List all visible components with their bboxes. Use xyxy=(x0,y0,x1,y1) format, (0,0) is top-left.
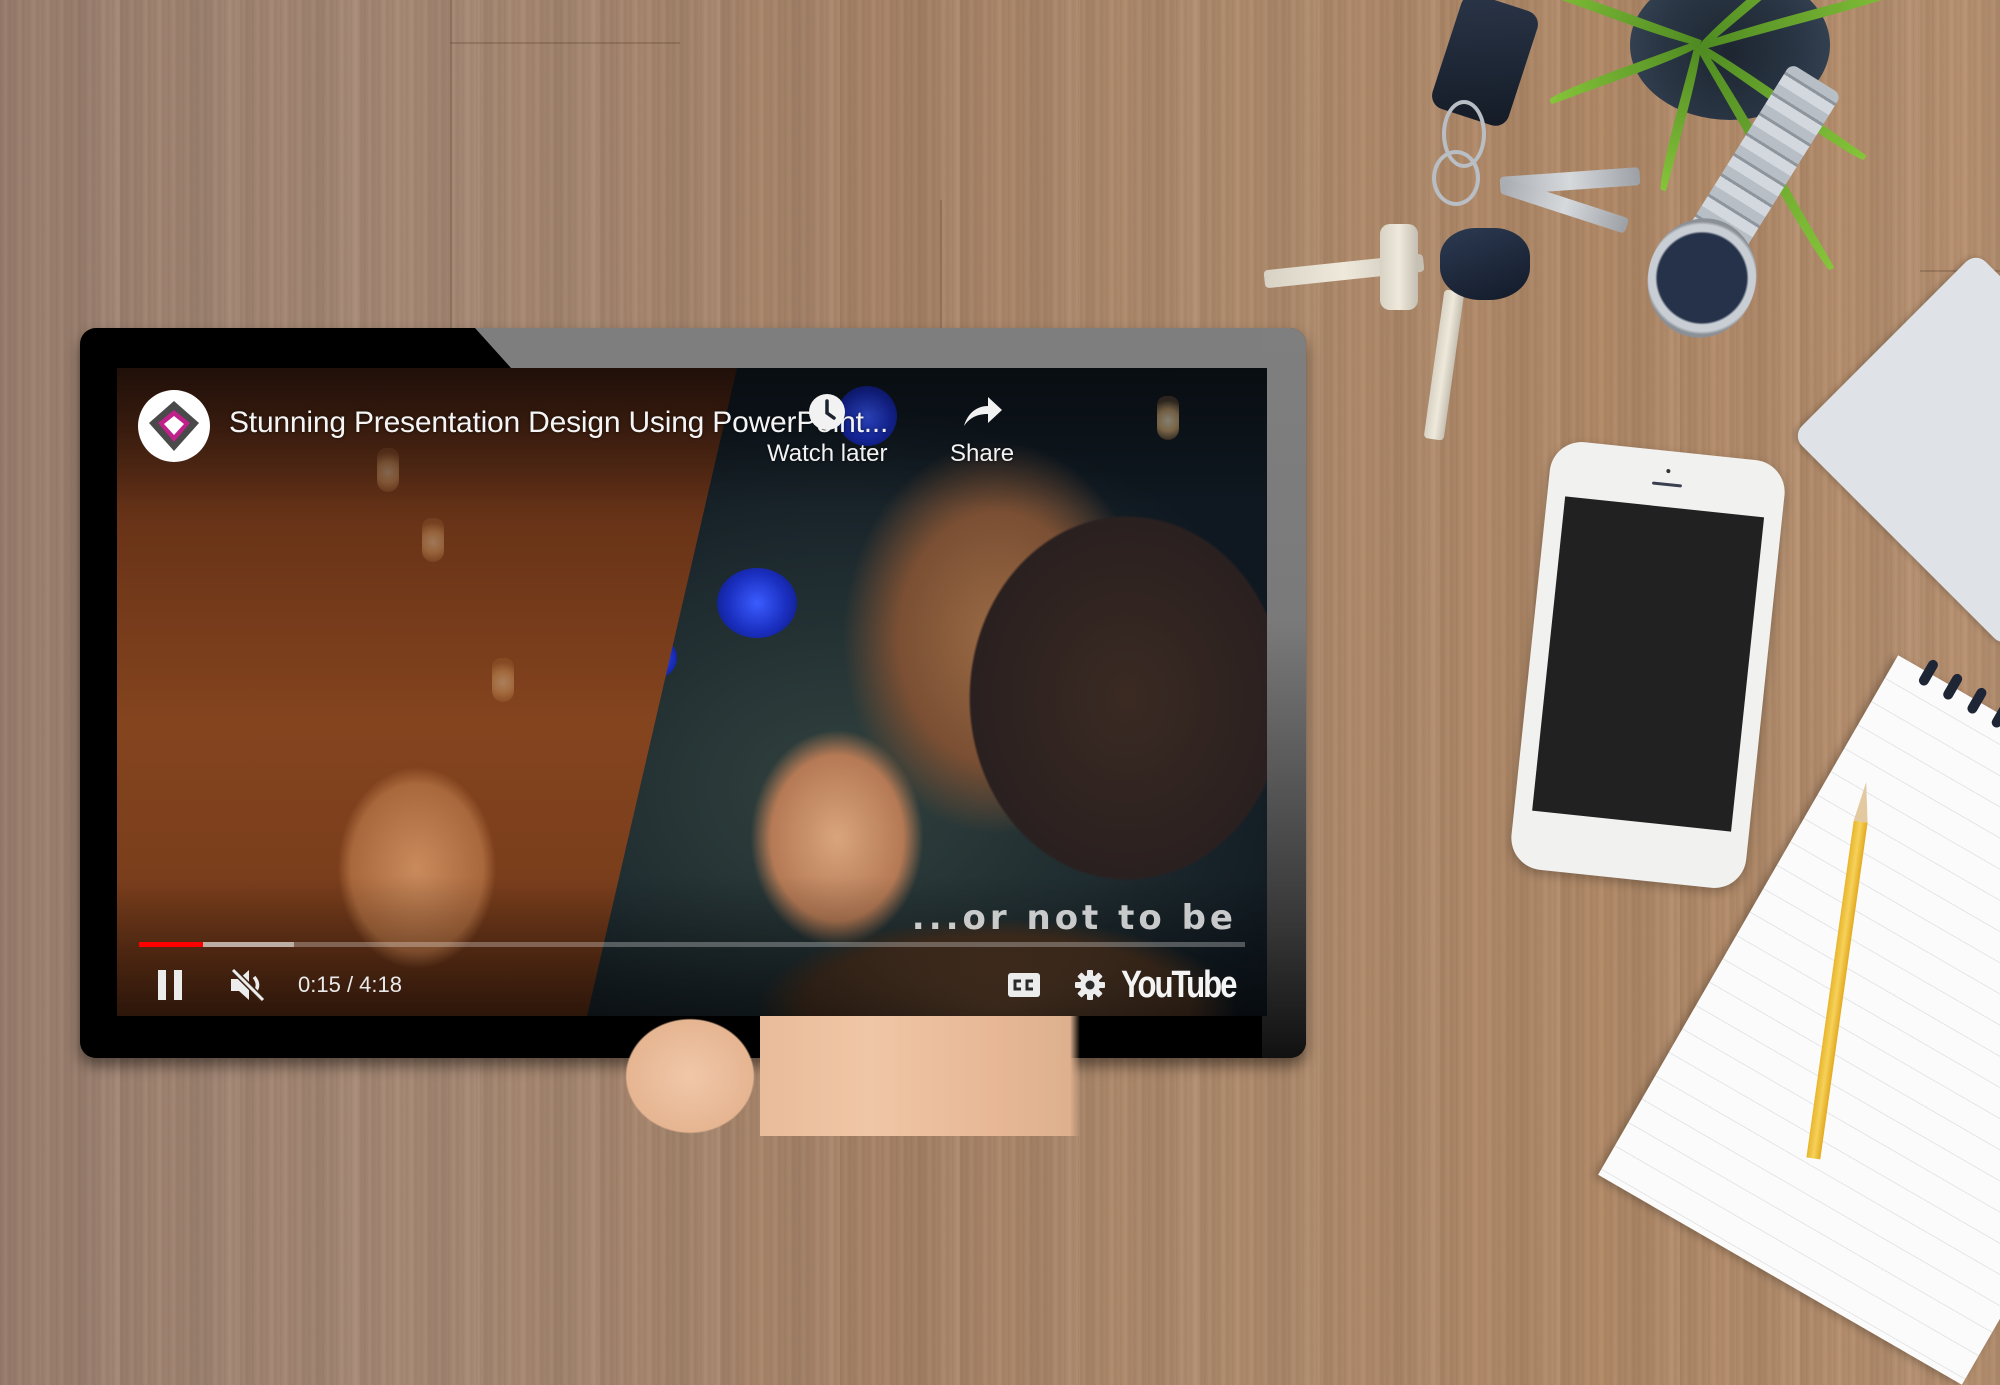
phone-screen xyxy=(1532,496,1765,832)
share-button[interactable]: Share xyxy=(950,390,1014,468)
youtube-video-player[interactable]: Stunning Presentation Design Using Power… xyxy=(117,368,1267,1016)
light-bulb xyxy=(422,518,444,562)
player-controls: 0:15 / 4:18 YouTube xyxy=(117,960,1267,1010)
gear-icon xyxy=(1075,970,1105,1000)
light-bulb xyxy=(492,658,514,702)
phone-speaker xyxy=(1651,481,1683,488)
settings-button[interactable] xyxy=(1065,960,1115,1010)
desk-seam xyxy=(450,0,452,330)
clock-icon xyxy=(809,394,846,430)
current-time: 0:15 xyxy=(298,972,341,997)
pause-button[interactable] xyxy=(145,960,195,1010)
captions-button[interactable] xyxy=(999,960,1049,1010)
desk-seam xyxy=(940,200,942,330)
muted-speaker-icon xyxy=(230,967,266,1003)
bezel-reflection xyxy=(475,328,1306,368)
share-arrow-icon xyxy=(964,397,1003,426)
video-subtitle-text: ...or not to be xyxy=(911,898,1237,938)
mute-button[interactable] xyxy=(223,960,273,1010)
progress-played xyxy=(139,942,204,947)
duration: 4:18 xyxy=(359,972,402,997)
share-label: Share xyxy=(950,440,1015,467)
diamond-logo-icon xyxy=(149,401,199,451)
youtube-logo-link[interactable]: YouTube xyxy=(1121,964,1237,1007)
pause-icon xyxy=(158,970,182,1000)
watch-later-button[interactable]: Watch later xyxy=(767,390,887,468)
bezel-reflection xyxy=(1262,328,1306,1058)
time-display: 0:15 / 4:18 xyxy=(298,972,402,997)
car-key xyxy=(1440,228,1530,300)
car-key-fob xyxy=(1428,0,1542,130)
blue-flower xyxy=(717,568,797,638)
hand xyxy=(570,1016,1130,1136)
laptop-corner xyxy=(1792,252,2000,648)
desk-seam xyxy=(450,42,680,44)
smartphone xyxy=(1508,438,1788,892)
cc-icon xyxy=(1008,973,1040,997)
plant-leaves xyxy=(1529,0,1914,273)
progress-bar[interactable] xyxy=(139,942,1245,947)
channel-avatar[interactable] xyxy=(138,390,210,462)
watch-later-label: Watch later xyxy=(767,440,888,467)
phone-camera xyxy=(1666,468,1671,474)
